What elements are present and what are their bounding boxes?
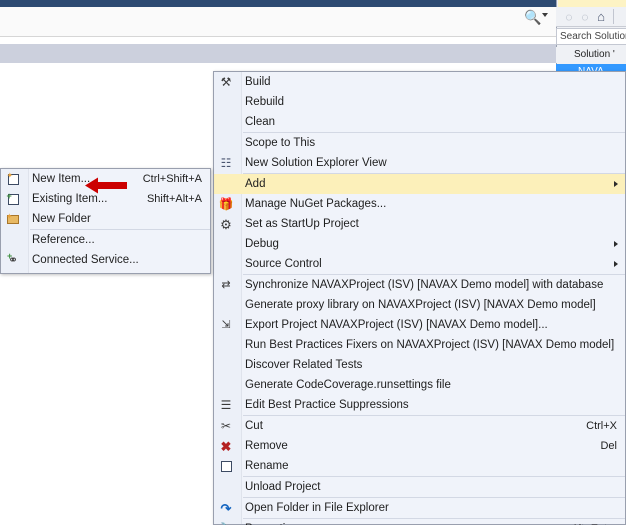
context-menu-item[interactable]: Generate proxy library on NAVAXProject (… [214,295,625,315]
context-menu-item-label: Discover Related Tests [245,359,363,371]
context-menu-item-label: Debug [245,238,279,250]
context-menu-item[interactable]: Source Control [214,254,625,274]
context-menu-item-label: Remove [245,440,288,452]
context-menu-item-label: Scope to This [245,137,316,149]
wrench-icon: 🔧 [218,521,234,525]
nuget-icon: 🎁 [218,197,234,211]
window-icon: ☷ [220,156,232,170]
context-menu-item[interactable]: Debug [214,234,625,254]
context-menu-item-label: Add [245,178,266,190]
context-menu-item[interactable]: ✂ Cut Ctrl+X [214,416,625,436]
context-menu-item-label: Build [245,76,271,88]
context-menu-item[interactable]: Run Best Practices Fixers on NAVAXProjec… [214,335,625,355]
toolbar-row [0,7,556,37]
scissors-icon: ✂ [220,419,232,433]
context-menu-item-label: Edit Best Practice Suppressions [245,399,409,411]
add-submenu-item[interactable]: Reference... [1,230,210,250]
editor-tab-strip [0,37,556,44]
add-submenu-item[interactable]: ⚭ + Connected Service... [1,250,210,270]
context-menu-item-label: Source Control [245,258,322,270]
context-menu-item[interactable]: Add [214,174,625,194]
solution-tree-item-solution[interactable]: Solution ' [556,47,626,63]
project-context-menu[interactable]: ⚒ Build Rebuild Clean Scope to This ☷ New Solu… [213,71,626,525]
context-menu-item-label: Manage NuGet Packages... [245,198,387,210]
screen: 🔍 ◌ ◌ ⌂ Search Solution xl Solution ' ▦ … [0,0,626,525]
context-menu-item[interactable]: 🔧PropertiesAlt+Enter [214,519,625,525]
context-menu-item-label: Open Folder in File Explorer [245,502,389,514]
context-menu-item[interactable]: ☰ Edit Best Practice Suppressions [214,395,625,415]
add-submenu-item-shortcut: Shift+Alt+A [146,193,202,205]
existing-item-icon: + [5,191,21,207]
add-submenu-item-label: Reference... [32,234,95,246]
submenu-arrow-icon [614,261,618,267]
context-menu-item[interactable]: Generate CodeCoverage.runsettings file [214,375,625,395]
context-menu-item[interactable]: ⇲ Export Project NAVAXProject (ISV) [NAVA… [214,315,625,335]
add-submenu-item-label: New Folder [32,213,91,225]
context-menu-item[interactable]: Rename [214,456,625,476]
new-item-icon: ✦ [5,171,21,187]
gear-icon: ⚙ [220,216,232,232]
context-menu-item-label: Cut [245,420,263,432]
context-menu-item[interactable]: Rebuild [214,92,625,112]
context-menu-item[interactable]: ✖ Remove Del [214,436,625,456]
new-folder-icon: ✦ [5,211,21,227]
context-menu-item[interactable]: Unload Project [214,477,625,497]
context-menu-item-shortcut: Ctrl+X [586,420,617,432]
context-menu-item-label: Export Project NAVAXProject (ISV) [NAVAX… [245,319,548,331]
chevron-down-icon[interactable] [542,13,548,17]
context-menu-item-label: Run Best Practices Fixers on NAVAXProjec… [245,339,615,351]
build-icon: ⚒ [220,75,232,89]
context-menu-item-shortcut: Del [600,440,617,452]
search-icon[interactable]: 🔍 [524,8,541,26]
context-menu-item-label: Rebuild [245,96,284,108]
context-menu-item[interactable]: ⇄ Synchronize NAVAXProject (ISV) [NAVAX D… [214,275,625,295]
context-menu-item[interactable]: Scope to This [214,133,625,153]
submenu-arrow-icon [614,241,618,247]
add-submenu-item-label: New Item... [32,173,91,185]
context-menu-item-label: Set as StartUp Project [245,218,359,230]
context-menu-item[interactable]: Discover Related Tests [214,355,625,375]
export-icon: ⇲ [221,318,231,331]
context-menu-item-label: Generate CodeCoverage.runsettings file [245,379,451,391]
connected-service-icon: ⚭ + [6,251,19,267]
toolbar-divider [613,9,614,24]
sync-icon: ⇄ [221,278,231,291]
context-menu-item-label: Rename [245,460,289,472]
rename-icon [218,458,234,474]
context-menu-item[interactable]: ⚒ Build [214,72,625,92]
context-menu-item-label: Clean [245,116,276,128]
doc-icon: ☰ [220,398,232,412]
add-submenu-item[interactable]: ✦ New Folder [1,209,210,229]
open-folder-icon: ↷ [220,500,232,516]
context-menu-item[interactable]: ☷ New Solution Explorer View [214,153,625,173]
window-titlebar [0,0,626,7]
solution-explorer-header-highlight [558,0,626,7]
home-icon[interactable]: ⌂ [594,10,608,24]
add-submenu-item-label: Existing Item... [32,193,108,205]
add-submenu-item-label: Connected Service... [32,254,139,266]
context-menu-item[interactable]: 🎁 Manage NuGet Packages... [214,194,625,214]
context-menu-item[interactable]: ↷ Open Folder in File Explorer [214,498,625,518]
forward-arrow-icon[interactable]: ◌ [578,10,592,24]
context-menu-item-label: Synchronize NAVAXProject (ISV) [NAVAX De… [245,279,604,291]
submenu-arrow-icon [614,181,618,187]
x-icon: ✖ [220,438,232,454]
context-menu-item-label: Generate proxy library on NAVAXProject (… [245,299,596,311]
context-menu-item[interactable]: Clean [214,112,625,132]
add-submenu-item-shortcut: Ctrl+Shift+A [142,173,202,185]
context-menu-item-label: Unload Project [245,481,321,493]
context-menu-item-label: New Solution Explorer View [245,157,387,169]
annotation-arrow-icon [85,177,127,194]
editor-splitter-band [0,44,556,63]
context-menu-item[interactable]: ⚙ Set as StartUp Project [214,214,625,234]
search-solution-input[interactable]: Search Solution [556,28,626,45]
back-arrow-icon[interactable]: ◌ [562,10,576,24]
